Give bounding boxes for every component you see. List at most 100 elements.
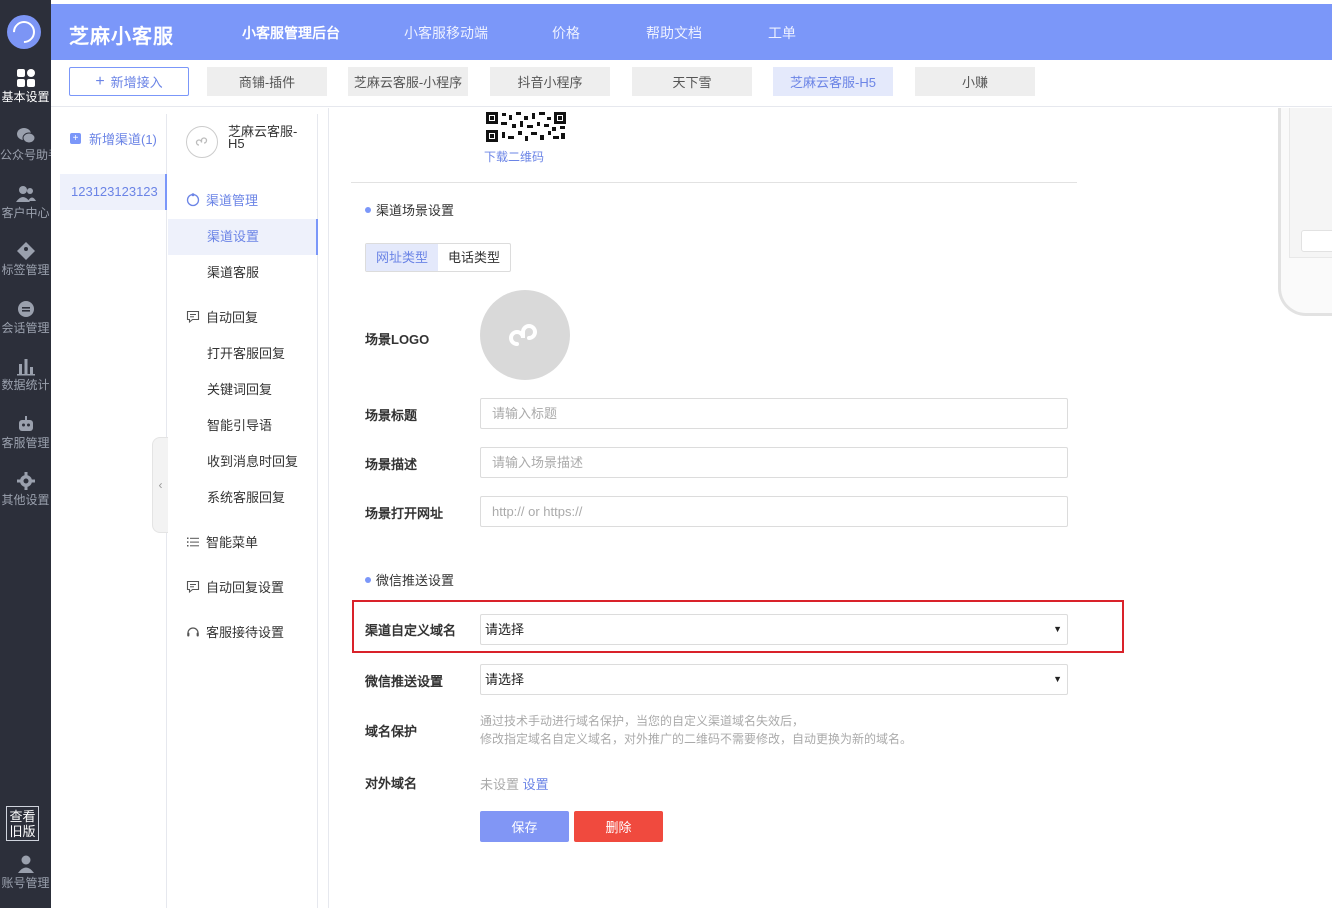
channel-avatar: [186, 126, 218, 158]
scene-desc-input[interactable]: [480, 447, 1068, 478]
rail-label: 客服管理: [1, 436, 50, 450]
rail-item-basic-settings[interactable]: 基本设置: [0, 68, 51, 124]
menu-item-system-reply[interactable]: 系统客服回复: [168, 480, 318, 516]
menu-item-keyword-reply[interactable]: 关键词回复: [168, 372, 318, 408]
rail-item-other-settings[interactable]: 其他设置: [0, 471, 51, 527]
rail-label: 其他设置: [1, 493, 50, 507]
tag-icon: [16, 242, 35, 260]
channel-list: + 新增渠道(1) 123123123123: [60, 114, 167, 908]
help-line: 通过技术手动进行域名保护，当您的自定义渠道域名失效后，: [480, 714, 805, 728]
menu-item-channel-settings[interactable]: 渠道设置: [168, 219, 318, 255]
add-channel-button[interactable]: + 新增接入: [69, 67, 189, 96]
menu-item-open-reply[interactable]: 打开客服回复: [168, 336, 318, 372]
bar-chart-icon: [16, 359, 35, 376]
menu-group-label: 自动回复: [206, 310, 259, 325]
message-icon: [186, 580, 200, 593]
nav-help-docs[interactable]: 帮助文档: [646, 23, 702, 43]
channel-tab[interactable]: 抖音小程序: [490, 67, 610, 96]
scene-title-input[interactable]: [480, 398, 1068, 429]
chevron-left-icon: ‹: [158, 478, 163, 492]
menu-group-label: 智能菜单: [206, 535, 259, 550]
external-domain-status: 未设置: [480, 777, 520, 792]
type-url-option[interactable]: 网址类型: [366, 244, 439, 271]
channel-tab-active[interactable]: 芝麻云客服-H5: [773, 67, 893, 96]
menu-group-label: 客服接待设置: [206, 625, 285, 640]
menu-group-channel-mgmt[interactable]: 渠道管理: [186, 190, 258, 209]
rail-item-session-management[interactable]: 会话管理: [0, 299, 51, 355]
menu-group-smart-menu[interactable]: 智能菜单: [186, 532, 258, 551]
gear-icon: [16, 472, 35, 490]
nav-admin[interactable]: 小客服管理后台: [242, 23, 340, 43]
miniprogram-icon: [509, 324, 537, 346]
menu-group-auto-reply[interactable]: 自动回复: [186, 307, 258, 326]
set-domain-link[interactable]: 设置: [523, 777, 549, 792]
save-button[interactable]: 保存: [480, 811, 569, 842]
rail-label: 客户中心: [1, 206, 50, 220]
external-domain-label: 对外域名: [365, 776, 418, 791]
menu-item-receive-reply[interactable]: 收到消息时回复: [168, 444, 318, 480]
divider: [351, 182, 1077, 183]
brand-title: 芝麻小客服: [69, 26, 174, 48]
app-logo[interactable]: [7, 15, 41, 49]
type-phone-option[interactable]: 电话类型: [438, 244, 510, 271]
channel-tab[interactable]: 芝麻云客服-小程序: [348, 67, 468, 96]
rail-item-statistics[interactable]: 数据统计: [0, 356, 51, 412]
delete-button[interactable]: 删除: [574, 811, 663, 842]
channel-tabs-row: + 新增接入 商铺-插件 芝麻云客服-小程序 抖音小程序 天下雪 芝麻云客服-H5…: [51, 60, 1332, 107]
headset-icon: [187, 626, 199, 636]
rail-label: 会话管理: [1, 321, 50, 335]
scene-type-toggle: 网址类型 电话类型: [365, 243, 512, 272]
rail-item-account[interactable]: 账号管理: [0, 854, 51, 908]
channel-tab[interactable]: 小赚: [915, 67, 1035, 96]
domain-protect-label: 域名保护: [365, 724, 418, 739]
rail-item-customer-center[interactable]: 客户中心: [0, 184, 51, 240]
scene-title-label: 场景标题: [365, 408, 418, 423]
qr-code-image: [486, 112, 566, 142]
wechat-push-select[interactable]: 请选择 ▼: [480, 664, 1068, 695]
section-scene-settings: 渠道场景设置: [365, 200, 454, 219]
menu-group-reception-settings[interactable]: 客服接待设置: [186, 622, 284, 641]
rail-label: 公众号助手: [0, 148, 51, 162]
channel-tab[interactable]: 商铺-插件: [207, 67, 327, 96]
wechat-push-label: 微信推送设置: [365, 674, 444, 689]
section-wechat-push: 微信推送设置: [365, 570, 454, 589]
users-icon: [15, 186, 36, 202]
menu-item-smart-guide[interactable]: 智能引导语: [168, 408, 318, 444]
nav-tickets[interactable]: 工单: [768, 23, 796, 43]
old-version-button[interactable]: 查看旧版: [6, 806, 39, 841]
external-domain-value: 未设置 设置: [480, 774, 549, 793]
menu-group-label: 渠道管理: [206, 193, 259, 208]
miniprogram-icon: [195, 137, 208, 146]
channel-list-item[interactable]: 123123123123: [60, 174, 167, 210]
nav-mobile[interactable]: 小客服移动端: [404, 23, 488, 43]
rail-label: 账号管理: [1, 876, 50, 890]
rail-label: 基本设置: [1, 90, 50, 104]
rail-item-agent-management[interactable]: 客服管理: [0, 414, 51, 470]
section-title: 微信推送设置: [376, 573, 455, 588]
robot-icon: [18, 416, 33, 431]
add-channel-label: 新增接入: [110, 75, 163, 90]
scene-logo-upload[interactable]: [480, 290, 570, 380]
nav-price[interactable]: 价格: [552, 23, 580, 43]
menu-group-auto-reply-settings[interactable]: 自动回复设置: [186, 577, 284, 596]
chat-icon: [17, 301, 34, 317]
channel-tab[interactable]: 天下雪: [632, 67, 752, 96]
domain-protect-help: 通过技术手动进行域名保护，当您的自定义渠道域名失效后， 修改指定域名自定义域名，…: [480, 712, 1080, 748]
download-qr-link[interactable]: 下载二维码: [484, 148, 566, 165]
section-title: 渠道场景设置: [376, 203, 455, 218]
channel-icon: [186, 192, 200, 206]
menu-group-label: 自动回复设置: [206, 580, 285, 595]
rail-item-wechat-assistant[interactable]: 公众号助手: [0, 126, 51, 182]
menu-item-channel-service[interactable]: 渠道客服: [168, 255, 318, 291]
message-icon: [186, 310, 200, 323]
scene-url-input[interactable]: [480, 496, 1068, 527]
qr-code-block: 下载二维码: [484, 112, 566, 165]
highlight-box: [352, 600, 1124, 653]
rail-label: 数据统计: [1, 378, 50, 392]
new-channel-button[interactable]: + 新增渠道(1): [70, 129, 157, 148]
bullet-icon: [365, 206, 371, 213]
rail-item-tag-management[interactable]: 标签管理: [0, 241, 51, 297]
caret-down-icon: ▼: [1053, 674, 1062, 684]
collapse-panel-button[interactable]: ‹: [152, 437, 168, 533]
wechat-icon: [16, 128, 35, 144]
